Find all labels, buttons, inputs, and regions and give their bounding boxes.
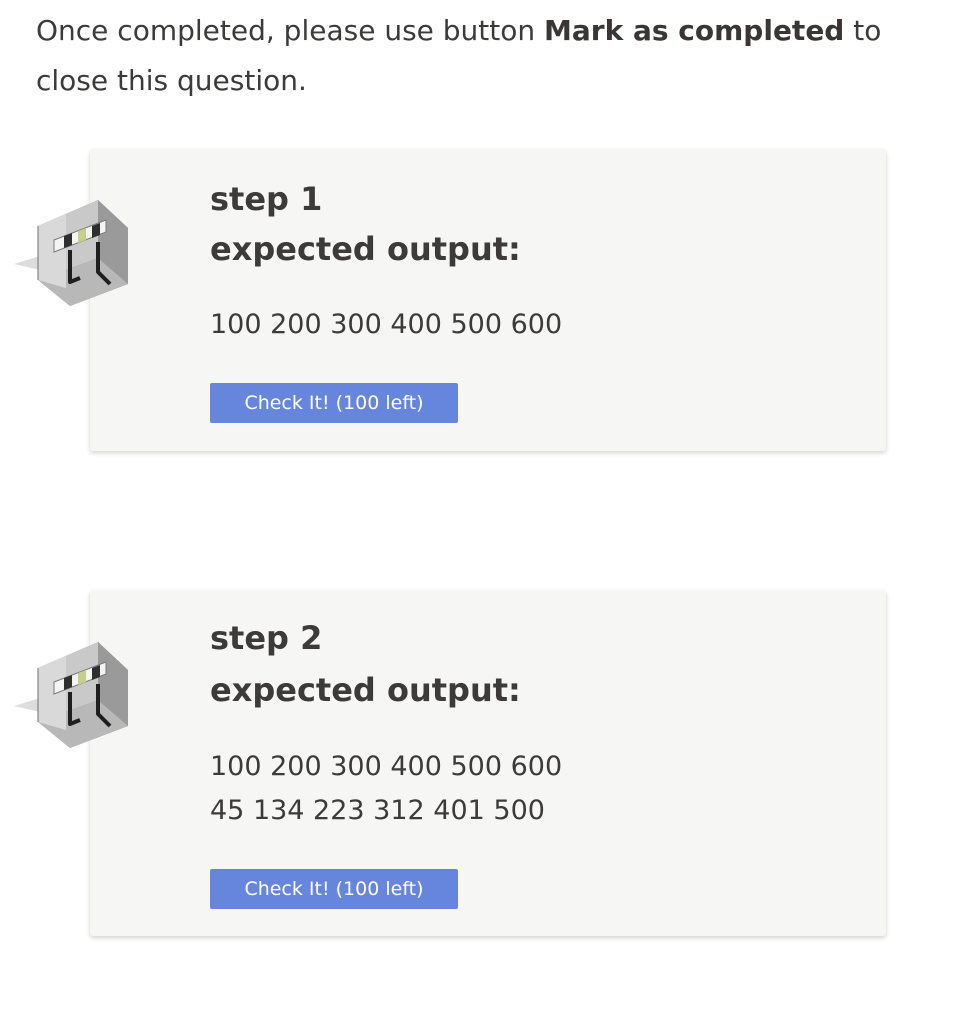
expected-output-label: expected output:	[210, 671, 521, 709]
output-line: 100 200 300 400 500 600	[210, 309, 563, 340]
workbench-cube-icon	[14, 642, 128, 748]
check-it-button[interactable]: Check It! (100 left)	[210, 383, 458, 423]
output-line: 45 134 223 312 401 500	[210, 795, 545, 826]
instruction-prefix: Once completed, please use button	[36, 14, 545, 47]
instruction-text: Once completed, please use button Mark a…	[36, 6, 936, 106]
instruction-bold-button-name: Mark as completed	[544, 14, 845, 47]
workbench-cube-icon	[14, 200, 128, 306]
step-card-2: step 2 expected output: 100 200 300 400 …	[90, 590, 886, 936]
check-it-button[interactable]: Check It! (100 left)	[210, 869, 458, 909]
expected-output: 100 200 300 400 500 600 45 134 223 312 4…	[210, 745, 562, 833]
step-card-1: step 1 expected output: 100 200 300 400 …	[90, 149, 886, 451]
step-title: step 2	[210, 619, 323, 657]
expected-output-label: expected output:	[210, 230, 521, 268]
expected-output: 100 200 300 400 500 600	[210, 303, 562, 347]
output-line: 100 200 300 400 500 600	[210, 751, 563, 782]
step-title: step 1	[210, 180, 323, 218]
